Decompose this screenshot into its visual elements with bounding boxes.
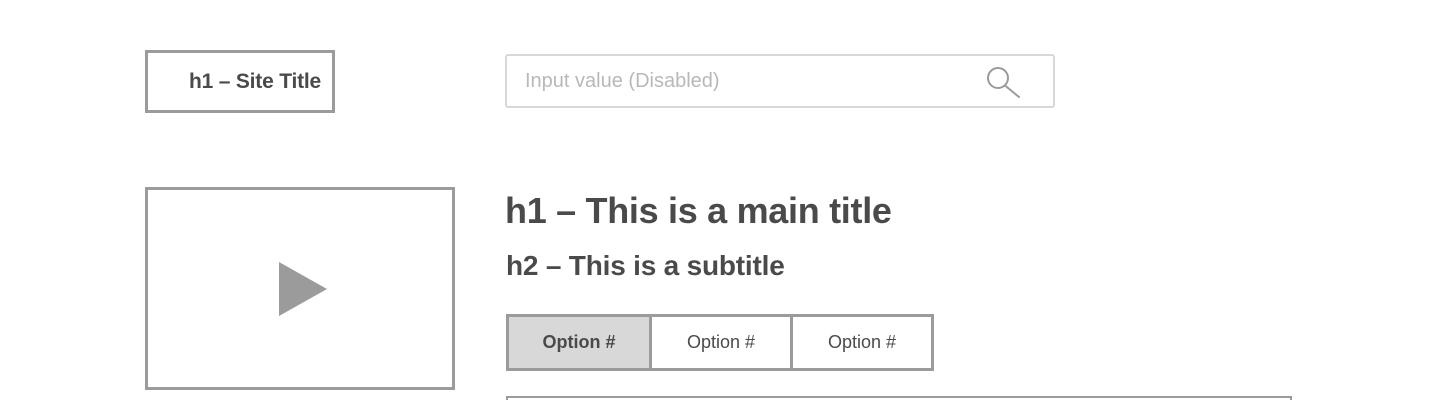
option-tab-1[interactable]: Option #: [509, 317, 649, 368]
option-tab-3[interactable]: Option #: [790, 317, 931, 368]
play-icon[interactable]: [277, 260, 329, 318]
option-tabs: Option # Option # Option #: [506, 314, 934, 371]
search-icon[interactable]: [983, 64, 1023, 100]
video-player[interactable]: [145, 187, 455, 390]
page-subtitle: h2 – This is a subtitle: [506, 250, 785, 281]
option-tab-2[interactable]: Option #: [649, 317, 790, 368]
page: h1 – Site Title h1 – This is a main titl…: [0, 0, 1440, 400]
search-input[interactable]: [507, 56, 1053, 106]
page-title: h1 – This is a main title: [505, 190, 892, 231]
search-box[interactable]: [505, 54, 1055, 108]
site-title[interactable]: h1 – Site Title: [145, 50, 335, 113]
content-panel: [506, 396, 1292, 400]
